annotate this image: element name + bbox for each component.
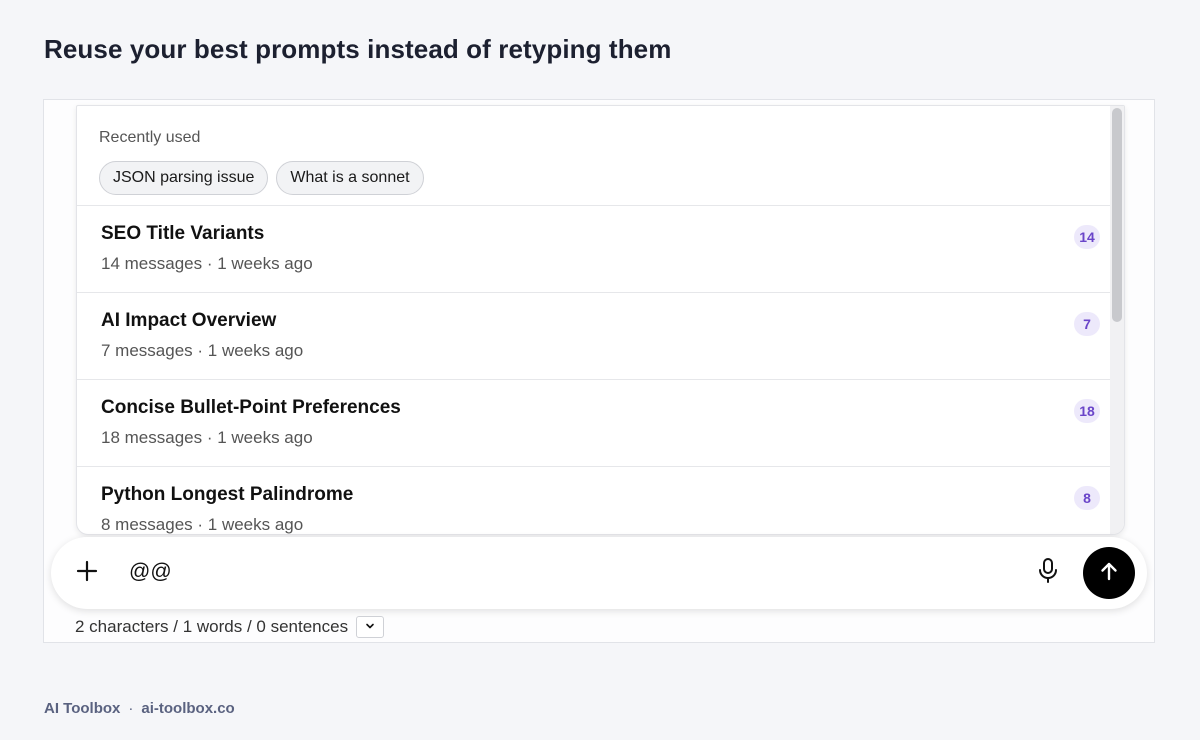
conversation-meta: 18 messages · 1 weeks ago <box>101 428 313 447</box>
plus-icon <box>75 559 99 588</box>
chevron-down-icon <box>364 617 376 637</box>
recent-chips: JSON parsing issue What is a sonnet <box>99 161 1124 195</box>
conversation-meta: 8 messages · 1 weeks ago <box>101 515 304 534</box>
voice-input-button[interactable] <box>1033 557 1063 589</box>
dropdown-scrollbar[interactable] <box>1110 106 1124 534</box>
recent-chip[interactable]: What is a sonnet <box>276 161 424 195</box>
stats-toggle-button[interactable] <box>356 616 385 638</box>
recent-chip[interactable]: JSON parsing issue <box>99 161 269 195</box>
footer: AI Toolbox · ai-toolbox.co <box>44 700 235 717</box>
text-stats-label: 2 characters / 1 words / 0 sentences <box>75 617 349 636</box>
text-stats: 2 characters / 1 words / 0 sentences <box>75 616 385 638</box>
footer-separator: · <box>128 700 134 717</box>
conversation-title: SEO Title Variants <box>101 223 265 244</box>
recently-used-section: Recently used JSON parsing issue What is… <box>77 106 1124 206</box>
send-button[interactable] <box>1083 547 1135 599</box>
footer-brand: AI Toolbox <box>44 700 121 717</box>
conversation-title: AI Impact Overview <box>101 310 277 331</box>
conversation-item[interactable]: AI Impact Overview 7 messages · 1 weeks … <box>77 293 1124 380</box>
composer-panel: Recently used JSON parsing issue What is… <box>43 99 1155 643</box>
footer-url[interactable]: ai-toolbox.co <box>141 700 234 717</box>
page-heading: Reuse your best prompts instead of retyp… <box>44 34 672 64</box>
message-input[interactable]: @@ <box>129 560 172 584</box>
message-count-badge: 14 <box>1074 225 1100 249</box>
conversation-item[interactable]: SEO Title Variants 14 messages · 1 weeks… <box>77 206 1124 293</box>
scrollbar-thumb[interactable] <box>1112 108 1122 322</box>
conversation-meta: 14 messages · 1 weeks ago <box>101 254 313 273</box>
message-count-badge: 18 <box>1074 399 1100 423</box>
message-count-badge: 7 <box>1074 312 1100 336</box>
message-input-bar: @@ <box>51 537 1147 609</box>
conversation-title: Concise Bullet-Point Preferences <box>101 397 401 418</box>
arrow-up-icon <box>1097 559 1121 588</box>
conversation-meta: 7 messages · 1 weeks ago <box>101 341 304 360</box>
conversation-item[interactable]: Python Longest Palindrome 8 messages · 1… <box>77 467 1124 534</box>
microphone-icon <box>1037 557 1059 590</box>
prompt-suggestions-dropdown: Recently used JSON parsing issue What is… <box>76 105 1125 535</box>
add-attachment-button[interactable] <box>73 559 101 587</box>
message-count-badge: 8 <box>1074 486 1100 510</box>
recently-used-label: Recently used <box>99 129 201 146</box>
conversation-item[interactable]: Concise Bullet-Point Preferences 18 mess… <box>77 380 1124 467</box>
conversation-title: Python Longest Palindrome <box>101 484 354 505</box>
